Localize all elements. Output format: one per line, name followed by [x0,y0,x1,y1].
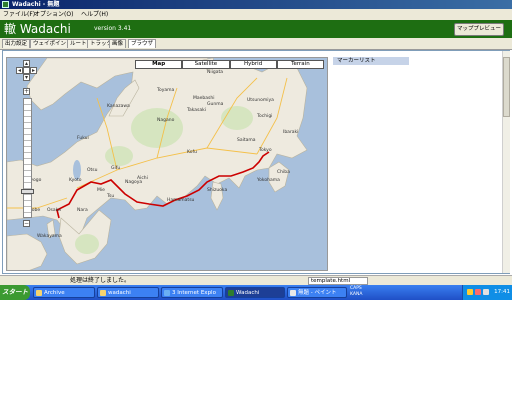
map-place-label: Tsu [107,194,115,199]
task-paint[interactable]: 無題 - ペイント [287,287,347,298]
zoom-out-icon[interactable]: − [23,220,30,227]
app-logo: 轍 Wadachi [4,22,71,36]
pan-down-icon[interactable]: ▾ [23,74,30,81]
map-place-label: Utsunomiya [247,98,274,103]
izu-peninsula [210,181,224,211]
menu-help[interactable]: ヘルプ(H) [81,9,108,20]
wadachi-icon [228,290,234,296]
ie-icon [164,290,170,296]
start-button[interactable]: スタート [0,285,30,300]
map-view[interactable]: Toyama Nagano Gunma Takasaki Niigata Maebashi… [6,57,328,271]
tab-output-settings[interactable]: 出力設定 [2,39,31,48]
map-place-label: Kanazawa [107,104,130,109]
map-place-label: Aichi [137,176,148,181]
map-place-label: Kyoto [69,178,82,183]
map-place-label: Hamamatsu [167,198,195,203]
forest-area [75,234,99,254]
shikoku-landmass [7,233,48,270]
map-place-label: Otsu [87,168,98,173]
zoom-slider-knob[interactable] [21,189,34,194]
map-place-label: Gunma [207,102,224,107]
pan-center-icon[interactable] [23,67,30,74]
map-place-label: Takasaki [187,108,207,113]
task-internet-explorer[interactable]: 3 Internet Explo [161,287,223,298]
pan-up-icon[interactable]: ▴ [23,60,30,67]
marker-list-header: マーカーリスト [333,57,409,65]
menu-options[interactable]: オプション(O) [34,9,73,20]
forest-area [105,146,133,166]
map-place-label: Fukui [77,136,89,141]
map-place-label: Saitama [237,138,256,143]
map-place-label: Shizuoka [207,188,228,193]
map-place-label: Tochigi [257,114,273,119]
forest-area [131,108,183,148]
status-file: template.html [308,277,368,285]
task-archive[interactable]: Archive [33,287,95,298]
boso-peninsula [268,161,290,193]
map-place-label: Ibaraki [283,130,299,135]
language-bar[interactable]: CAPS KANA [350,286,390,299]
system-tray: 17:41 [462,285,512,300]
vertical-scrollbar[interactable] [502,51,510,273]
map-type-selector: Map Satellite Hybrid Terrain [135,60,324,69]
lake-biwa [73,160,81,180]
map-type-map[interactable]: Map [135,60,183,69]
map-place-label: Kofu [187,150,197,155]
map-place-label: Osaka [47,208,61,213]
map-place-label: Nagano [157,118,175,123]
scrollbar-thumb[interactable] [503,57,510,117]
map-place-label: Niigata [207,70,224,75]
map-place-label: Gifu [111,166,121,171]
menu-file[interactable]: ファイル(F) [3,9,35,20]
paint-icon [290,290,296,296]
tab-row: 出力設定 ウェイポイント ルート トラック 画像 ブラウザ [0,38,512,50]
tab-image[interactable]: 画像 [109,39,127,48]
map-place-label: Maebashi [193,96,215,101]
tab-browser[interactable]: ブラウザ [128,39,157,48]
folder-icon [100,290,106,296]
map-type-hybrid[interactable]: Hybrid [229,60,277,69]
version-label: version 3.41 [94,25,132,32]
clock: 17:41 [494,289,510,295]
tray-security-icon[interactable] [475,289,481,295]
pan-left-icon[interactable]: ◂ [16,67,23,74]
map-place-label: Chiba [277,170,290,175]
kana-indicator: KANA [350,292,363,297]
window-title-bar: Wadachi - 無題 [0,0,512,9]
map-place-label: Yokohama [257,178,280,183]
map-type-terrain[interactable]: Terrain [276,60,324,69]
map-place-label: Tokyo [259,148,272,153]
map-type-satellite[interactable]: Satellite [182,60,230,69]
zoom-slider[interactable] [21,98,34,218]
task-wadachi-folder[interactable]: wadachi [97,287,159,298]
map-place-label: Mie [97,188,105,193]
tray-network-icon[interactable] [467,289,473,295]
map-place-label: Nara [77,208,88,213]
forest-area [221,106,253,130]
tray-volume-icon[interactable] [483,289,489,295]
map-place-label: Toyama [157,88,175,93]
taskbar: スタート Archive wadachi 3 Internet Explo Wa… [0,285,512,300]
task-wadachi-app[interactable]: Wadachi [225,287,285,298]
pan-right-icon[interactable]: ▸ [30,67,37,74]
zoom-in-icon[interactable]: + [23,88,30,95]
folder-icon [36,290,42,296]
app-icon [2,1,9,8]
map-place-label: Wakayama [37,234,62,239]
app-header: 轍 Wadachi version 3.41 マッププレビュー [0,20,512,38]
window-title: Wadachi - 無題 [12,1,60,8]
map-preview-button[interactable]: マッププレビュー [454,23,504,36]
